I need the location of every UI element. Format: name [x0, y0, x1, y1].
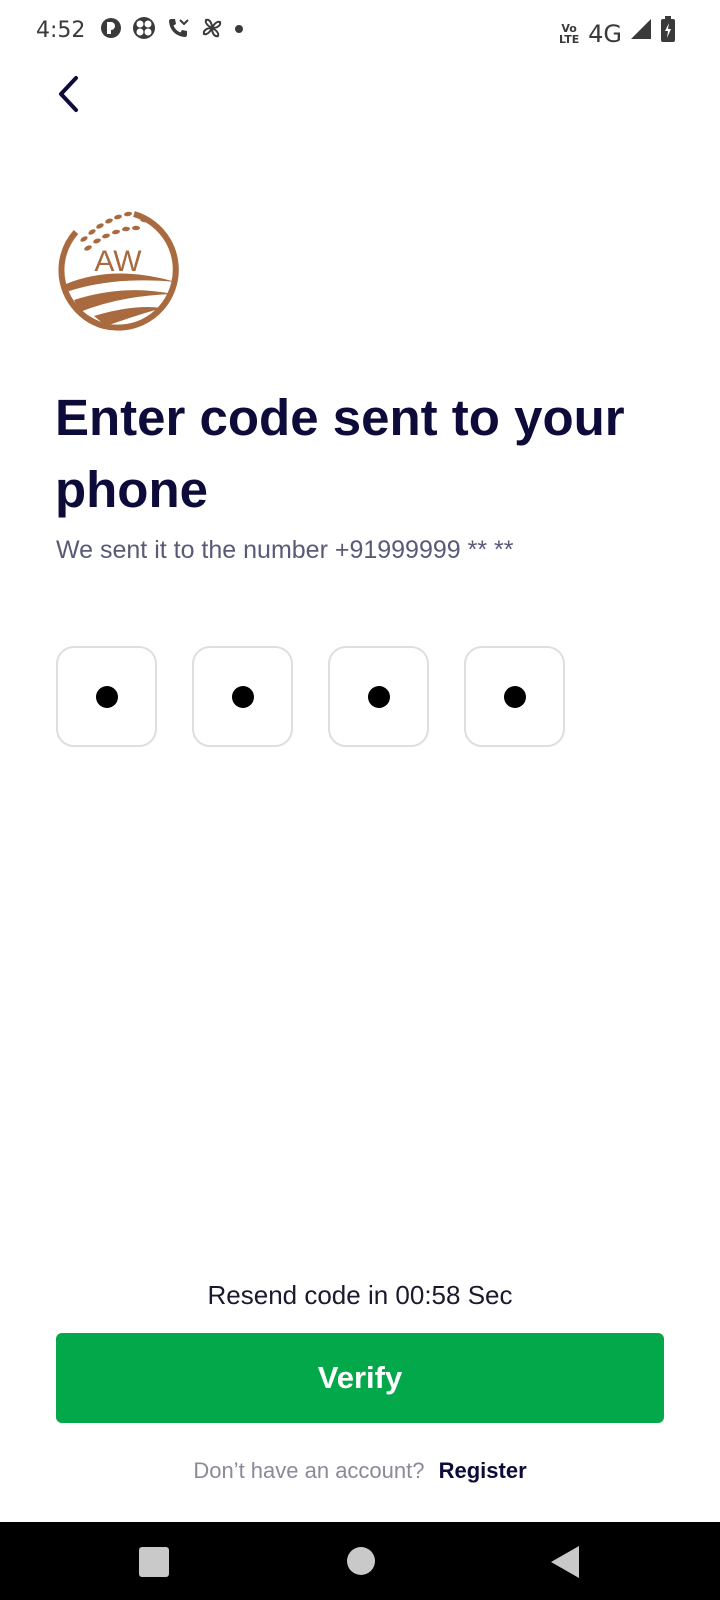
verify-button[interactable]: Verify	[56, 1333, 664, 1423]
recents-button[interactable]	[139, 1547, 169, 1577]
subtitle: We sent it to the number +91999999 ** **	[56, 536, 514, 564]
p-circle-icon	[100, 17, 122, 48]
status-bar: 4:52 Vo LTE 4G	[0, 0, 720, 64]
signal-icon	[630, 18, 652, 49]
brand-logo: AW	[54, 204, 184, 334]
masked-digit	[231, 685, 254, 708]
register-link[interactable]: Register	[439, 1458, 527, 1483]
system-nav-bar	[0, 1522, 720, 1600]
back-button[interactable]	[44, 72, 92, 120]
battery-icon	[660, 16, 676, 51]
otp-digit-2[interactable]	[192, 646, 293, 747]
masked-digit	[503, 685, 526, 708]
missed-call-icon	[166, 16, 190, 49]
system-icons: Vo LTE 4G	[558, 16, 676, 51]
otp-digit-3[interactable]	[328, 646, 429, 747]
logo-text: AW	[94, 245, 142, 278]
notification-icons	[100, 16, 244, 49]
dot-icon	[234, 16, 244, 49]
home-button[interactable]	[347, 1547, 375, 1575]
register-prompt: Don’t have an account?	[193, 1458, 425, 1483]
page-title: Enter code sent to your phone	[55, 389, 625, 518]
pinwheel-icon	[200, 16, 224, 49]
volte-icon: Vo LTE	[559, 21, 580, 46]
masked-digit	[367, 685, 390, 708]
fan-icon	[132, 16, 156, 49]
system-back-button[interactable]	[551, 1546, 579, 1578]
otp-input-group	[56, 646, 565, 747]
masked-digit	[95, 685, 118, 708]
status-time: 4:52	[36, 18, 86, 43]
resend-countdown: Resend code in 00:58 Sec	[207, 1280, 513, 1310]
otp-digit-1[interactable]	[56, 646, 157, 747]
network-type: 4G	[588, 19, 622, 48]
register-row: Don’t have an account? Register	[0, 1458, 720, 1484]
otp-digit-4[interactable]	[464, 646, 565, 747]
chevron-left-icon	[56, 74, 80, 119]
